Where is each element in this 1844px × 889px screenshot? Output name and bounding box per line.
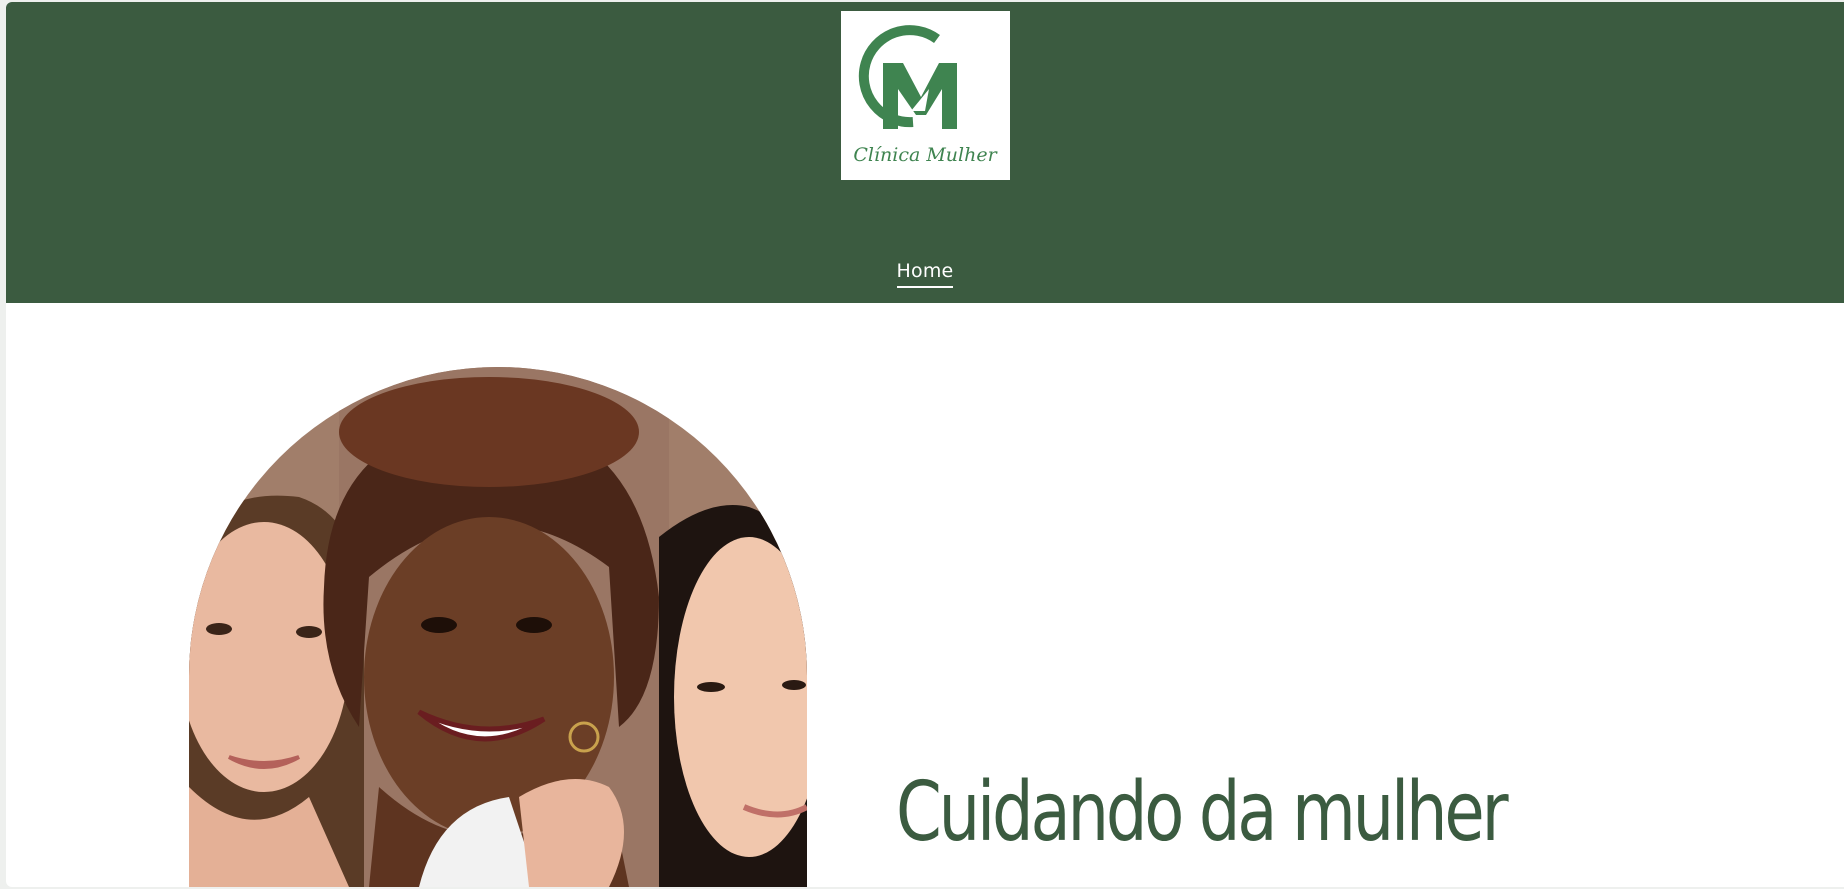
site-header: Clínica Mulher Home: [6, 2, 1844, 303]
nav-link-home[interactable]: Home: [896, 260, 954, 288]
browser-viewport: Clínica Mulher Home Cuidando da mulher: [6, 2, 1844, 887]
svg-text:Clínica Mulher: Clínica Mulher: [853, 144, 998, 166]
hero-title: Cuidando da mulher: [896, 765, 1509, 860]
hero-image: [189, 367, 807, 887]
page: Clínica Mulher Home Cuidando da mulher: [0, 0, 1844, 889]
logo-mark-icon: Clínica Mulher: [841, 11, 1010, 180]
site-logo[interactable]: Clínica Mulher: [841, 11, 1010, 180]
main-nav: Home: [6, 260, 1844, 288]
